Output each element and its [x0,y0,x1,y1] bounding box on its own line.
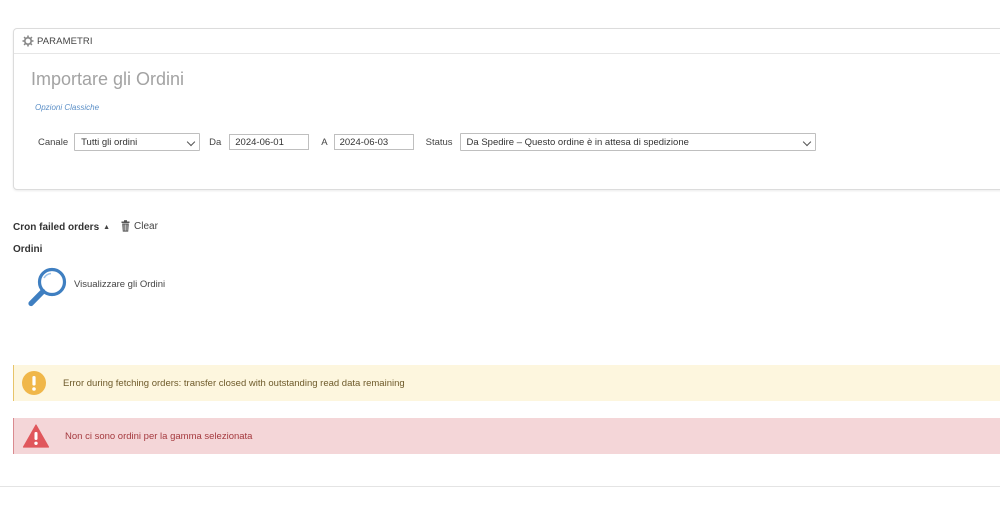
to-date-input[interactable] [333,134,414,150]
panel-header: PARAMETRI [14,29,1000,54]
trash-icon [121,220,130,232]
magnifier-icon [28,267,67,307]
gear-icon [22,35,34,47]
parameters-panel: PARAMETRI Importare gli Ordini Opzioni C… [13,28,1000,190]
caret-up-icon: ▲ [103,224,111,231]
status-select-value: Da Spedire – Questo ordine è in attesa d… [466,136,689,148]
status-select[interactable]: Da Spedire – Questo ordine è in attesa d… [459,133,816,151]
exclamation-circle-icon [22,371,46,395]
page-title: Importare gli Ordini [31,69,185,89]
footer-divider [0,486,1000,487]
channel-label: Canale [38,136,69,148]
chevron-down-icon [802,137,811,147]
clear-button-label: Clear [134,220,158,232]
channel-select-value: Tutti gli ordini [81,136,138,148]
channel-select[interactable]: Tutti gli ordini [74,133,201,151]
warning-alert: Error during fetching orders: transfer c… [13,365,1000,401]
orders-heading: Ordini [13,244,43,255]
classic-options-link[interactable]: Opzioni Classiche [35,103,99,112]
filter-bar: Canale Tutti gli ordini Da A Status Da S… [38,132,816,152]
status-label: Status [425,136,453,148]
warning-alert-text: Error during fetching orders: transfer c… [63,377,405,389]
panel-header-label: PARAMETRI [37,35,93,47]
chevron-down-icon [186,137,196,147]
to-label: A [321,136,328,148]
error-alert: Non ci sono ordini per la gamma selezion… [13,418,1000,454]
cron-failed-orders-label: Cron failed orders [13,222,100,233]
from-label: Da [209,136,222,148]
cron-failed-orders-toggle[interactable]: Cron failed orders ▲ [13,222,110,233]
warning-triangle-icon [22,424,50,448]
view-orders-button[interactable]: Visualizzare gli Ordini [27,266,165,308]
error-alert-text: Non ci sono ordini per la gamma selezion… [65,430,253,442]
view-orders-label: Visualizzare gli Ordini [74,278,166,290]
clear-button[interactable]: Clear [121,220,158,232]
from-date-input[interactable] [229,134,310,150]
